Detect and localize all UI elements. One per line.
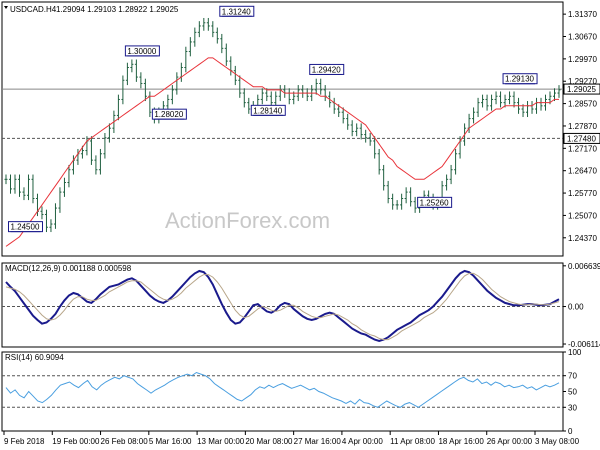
time-axis-tick-label: 18 Apr 16:00: [438, 437, 484, 446]
rsi-axis-tick-label: 30: [568, 403, 577, 412]
price-axis-tick-label: 1.26470: [568, 167, 597, 176]
price-annotation-label: 1.24500: [10, 223, 39, 232]
watermark-text: ActionForex.com: [165, 208, 330, 233]
price-axis-tick-label: 1.29970: [568, 55, 597, 64]
price-axis-tick-label: 1.24370: [568, 234, 597, 243]
price-axis-tick-label: 1.31370: [568, 10, 597, 19]
level-price-label: 1.27480: [567, 134, 596, 143]
time-axis-tick-label: 20 Mar 08:00: [245, 437, 293, 446]
price-axis-tick-label: 1.28570: [568, 100, 597, 109]
time-axis-tick-label: 5 Mar 16:00: [149, 437, 192, 446]
price-axis-tick-label: 1.30670: [568, 33, 597, 42]
time-axis-tick-label: 9 Feb 2018: [4, 437, 45, 446]
macd-axis-tick-label: 0.00: [568, 303, 584, 312]
macd-line: [5, 269, 560, 342]
macd-axis-tick-label: 0.006639: [568, 262, 600, 271]
panel-menu-icon: [4, 6, 8, 9]
price-axis-tick-label: 1.27870: [568, 122, 597, 131]
panel-frame-2: [1, 351, 564, 432]
price-annotation-label: 1.31240: [222, 7, 251, 16]
rsi-axis-tick-label: 100: [568, 348, 582, 357]
price-annotation-label: 1.30000: [127, 47, 156, 56]
price-annotation-label: 1.28020: [154, 110, 183, 119]
price-axis-tick-label: 1.25070: [568, 211, 597, 220]
rsi-axis-tick-label: 0: [568, 427, 573, 436]
rsi-axis-tick-label: 50: [568, 388, 577, 397]
price-annotation-label: 1.29130: [505, 75, 534, 84]
time-axis-tick-label: 19 Feb 00:00: [52, 437, 100, 446]
price-annotation-label: 1.29420: [312, 65, 341, 74]
rsi-axis-tick-label: 70: [568, 372, 577, 381]
time-axis-tick-label: 3 May 08:00: [535, 437, 580, 446]
time-axis-tick-label: 11 Apr 08:00: [390, 437, 435, 446]
price-annotation-label: 1.28140: [253, 106, 282, 115]
panel-reference-lines: [2, 88, 563, 408]
macd-title: MACD(12,26,9) 0.001188 0.000598: [5, 264, 132, 273]
time-axis-tick-label: 4 Apr 00:00: [342, 437, 383, 446]
forex-chart-window: USDCAD.H4 1.29094 1.29103 1.28922 1.29025…: [0, 0, 600, 450]
current-price-label: 1.29025: [567, 85, 596, 94]
annotations-layer: ActionForex.com 1.24500 1.30000 1.28020 1.31…: [7, 5, 538, 233]
rsi-line: [5, 371, 560, 408]
price-ohlc-values: 1.29094 1.29103 1.28922 1.29025: [56, 5, 179, 14]
price-axis-tick-label: 1.27170: [568, 144, 597, 153]
price-symbol-label: USDCAD.H4: [10, 5, 57, 14]
time-axis-tick-label: 26 Feb 08:00: [101, 437, 149, 446]
time-axis-tick-label: 26 Apr 00:00: [487, 437, 533, 446]
rsi-title: RSI(14) 60.9094: [5, 353, 64, 362]
time-axis-tick-label: 27 Mar 16:00: [294, 437, 342, 446]
price-annotation-label: 1.25260: [420, 198, 449, 207]
price-axis-tick-label: 1.25770: [568, 189, 597, 198]
time-axis-tick-label: 13 Mar 00:00: [197, 437, 245, 446]
chart-canvas: USDCAD.H4 1.29094 1.29103 1.28922 1.29025…: [1, 1, 600, 446]
